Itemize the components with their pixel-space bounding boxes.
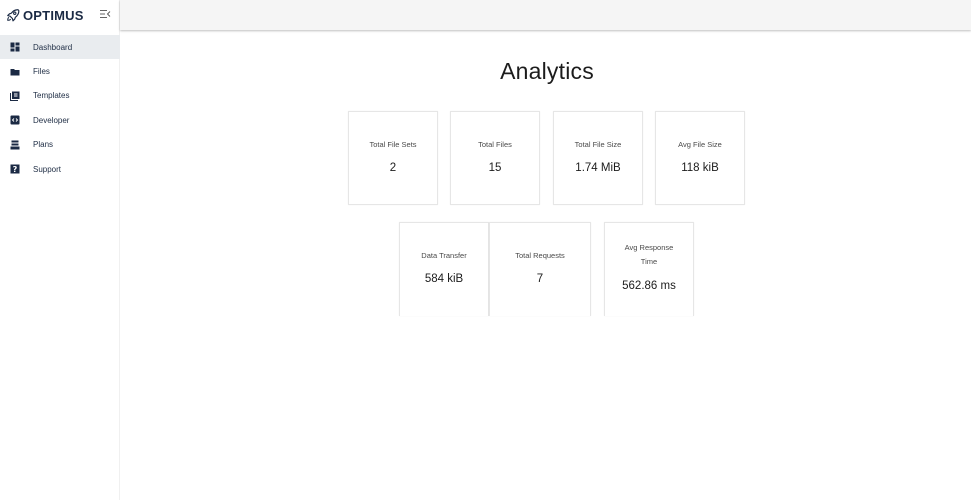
stat-value: 584 kiB [424, 273, 464, 285]
stat-card-avg-response-time: Avg Response Time 562.86 ms [604, 222, 694, 316]
stat-label: Data Transfer [421, 251, 467, 260]
rocket-icon [7, 9, 20, 22]
stat-label: Total File Sets [369, 140, 417, 149]
stat-card-total-file-size: Total File Size 1.74 MiB [553, 111, 643, 205]
sidebar-item-files[interactable]: Files [0, 59, 120, 83]
stat-card-avg-file-size: Avg File Size 118 kiB [655, 111, 745, 205]
sidebar-item-templates[interactable]: Templates [0, 84, 120, 108]
stat-label: Total File Size [574, 140, 622, 149]
sidebar-item-developer[interactable]: Developer [0, 108, 120, 132]
sidebar: OPTIMUS Dashboard Files Templates Develo… [0, 0, 120, 500]
page-title: Analytics [500, 58, 594, 84]
stat-value: 562.86 ms [622, 280, 676, 292]
sidebar-item-dashboard[interactable]: Dashboard [0, 35, 120, 60]
stat-card-data-transfer: Data Transfer 584 kiB [399, 222, 489, 316]
stat-value: 7 [536, 273, 544, 285]
stat-label: Total Files [478, 140, 512, 149]
plans-icon [10, 140, 20, 150]
stat-label: Avg Response Time [624, 243, 674, 266]
sidebar-item-support[interactable]: ? Support [0, 157, 120, 181]
stat-card-total-requests: Total Requests 7 [489, 222, 591, 316]
help-icon: ? [10, 164, 20, 174]
sidebar-item-label: Developer [33, 115, 70, 125]
stat-card-total-files: Total Files 15 [450, 111, 540, 205]
stat-label: Avg File Size [678, 140, 722, 149]
brand-name: OPTIMUS [23, 7, 84, 23]
menu-collapse-icon[interactable] [99, 8, 111, 20]
stat-value: 2 [389, 162, 397, 174]
template-icon [10, 91, 20, 101]
svg-text:?: ? [13, 165, 18, 174]
top-bar [120, 0, 971, 30]
sidebar-item-label: Files [33, 67, 50, 77]
sidebar-item-plans[interactable]: Plans [0, 133, 120, 157]
code-icon [10, 115, 20, 125]
stat-value: 15 [488, 162, 502, 174]
brand-logo[interactable]: OPTIMUS [6, 5, 84, 25]
sidebar-nav: Dashboard Files Templates Developer Plan… [0, 35, 120, 181]
stat-value: 1.74 MiB [575, 162, 621, 174]
stat-label: Total Requests [515, 251, 565, 260]
sidebar-item-label: Templates [33, 91, 70, 101]
main-content: Analytics Total File Sets 2 Total Files … [120, 30, 971, 500]
sidebar-item-label: Support [33, 164, 62, 174]
stat-value: 118 kiB [681, 162, 719, 174]
folder-icon [10, 67, 20, 77]
app-root: OPTIMUS Dashboard Files Templates Develo… [0, 0, 971, 500]
sidebar-item-label: Dashboard [33, 42, 73, 52]
dashboard-icon [10, 42, 20, 52]
stat-card-total-file-sets: Total File Sets 2 [348, 111, 438, 205]
sidebar-item-label: Plans [33, 140, 54, 150]
